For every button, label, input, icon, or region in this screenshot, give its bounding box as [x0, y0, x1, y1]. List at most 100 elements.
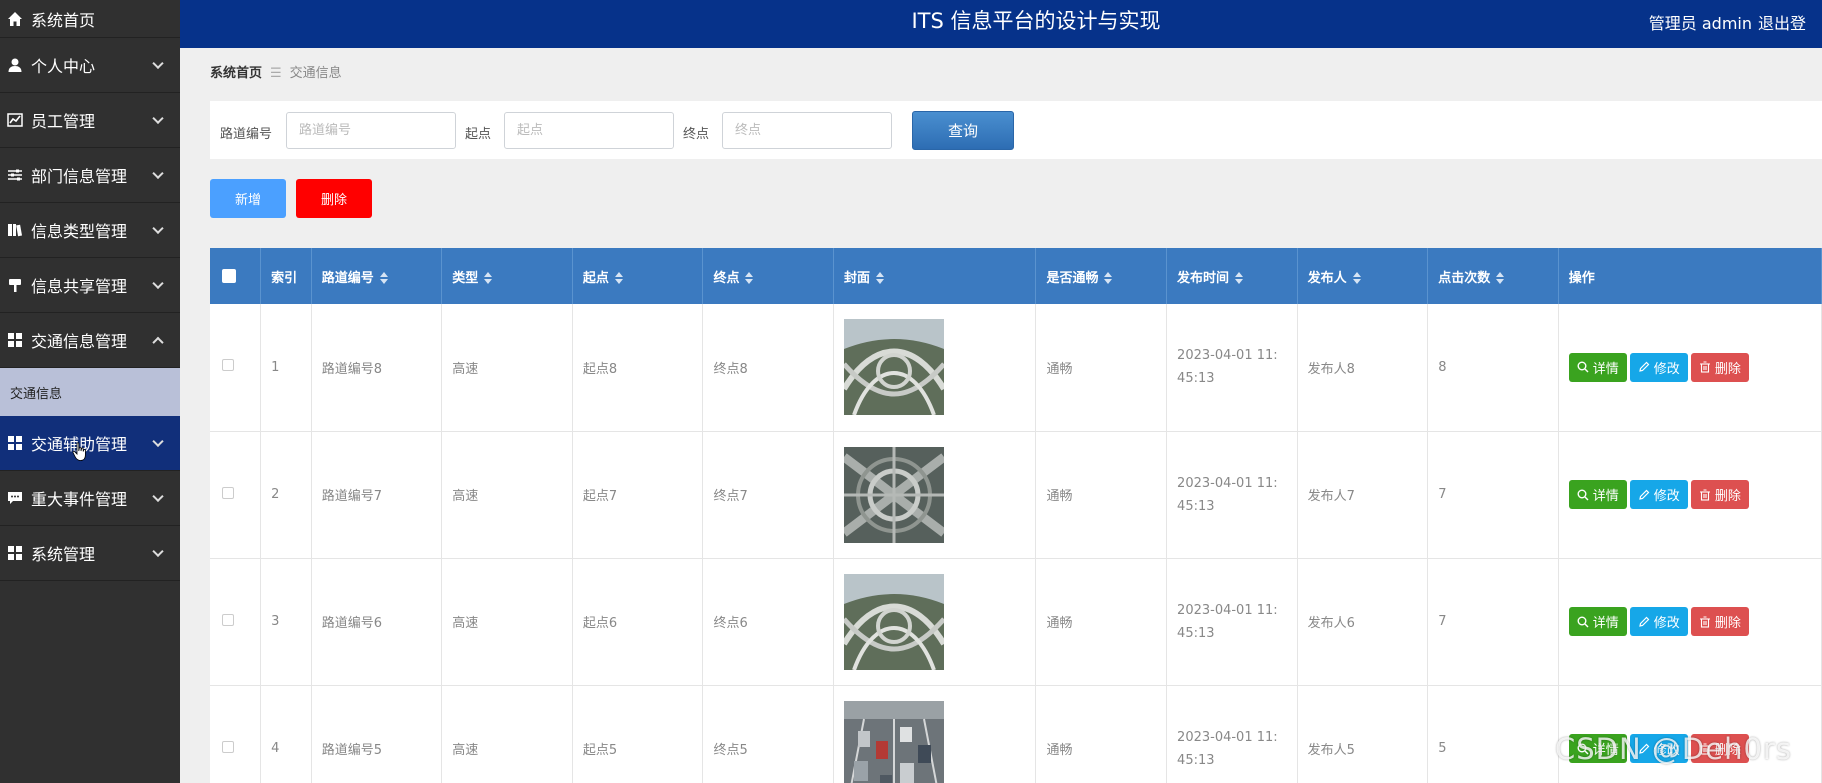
cell-type: 高速 [441, 685, 573, 783]
delete-button[interactable]: 删除 [1690, 352, 1749, 382]
column-header-type[interactable]: 类型 [441, 248, 573, 304]
sidebar-item-profile[interactable]: 个人中心 [0, 38, 180, 93]
sidebar-item-label: 系统管理 [31, 545, 96, 564]
trash-icon [1699, 615, 1710, 628]
batch-delete-button[interactable]: 删除 [296, 179, 372, 218]
signpost-icon [6, 276, 24, 294]
cell-road-code: 路道编号6 [311, 558, 443, 686]
sort-icon[interactable] [1352, 272, 1361, 284]
cell-time: 2023-04-01 11: 45:13 [1166, 685, 1298, 783]
cell-status: 通畅 [1035, 304, 1168, 432]
edit-button[interactable]: 修改 [1629, 352, 1688, 382]
cover-image[interactable] [844, 446, 945, 543]
column-header-start[interactable]: 起点 [572, 248, 704, 304]
table-header-row: 索引 路道编号 类型 起点 终点 封面 是否通畅 发布时间 发布人 点击次数 操… [210, 248, 1822, 304]
start-input[interactable] [504, 112, 674, 149]
sort-icon[interactable] [1104, 272, 1113, 284]
sidebar-item-label: 交通信息管理 [31, 332, 128, 351]
home-icon [6, 10, 24, 28]
delete-button[interactable]: 删除 [1690, 480, 1749, 509]
cell-publisher: 发布人7 [1297, 431, 1429, 559]
trash-icon [1699, 488, 1710, 501]
sidebar-item-traffic-assist[interactable]: 交通辅助管理 [0, 416, 180, 471]
grid-icon [6, 331, 24, 349]
detail-button[interactable]: 详情 [1568, 607, 1627, 636]
cell-actions: 详情 修改 删除 [1558, 431, 1822, 559]
chevron-down-icon [152, 112, 164, 125]
cell-clicks: 7 [1427, 431, 1559, 559]
select-all-checkbox[interactable] [210, 248, 262, 304]
sidebar-item-label: 信息共享管理 [31, 277, 128, 296]
page-header-title: ITS 信息平台的设计与实现 [911, 9, 1161, 33]
sidebar-item-info-share[interactable]: 信息共享管理 [0, 258, 180, 313]
chevron-down-icon [152, 545, 164, 558]
breadcrumb-current: 交通信息 [289, 66, 342, 81]
sort-icon[interactable] [484, 272, 493, 284]
chevron-down-icon [152, 435, 164, 448]
user-icon [6, 56, 24, 74]
search-panel: 路道编号 起点 终点 查询 [210, 101, 1822, 159]
table-row: 2 路道编号7 高速 起点7 终点7 通畅 2023-04-01 11: 45:… [210, 431, 1822, 559]
cell-start: 起点5 [572, 685, 704, 783]
cell-time: 2023-04-01 11: 45:13 [1166, 304, 1298, 432]
chevron-down-icon [152, 490, 164, 503]
row-checkbox[interactable] [210, 431, 262, 559]
query-button[interactable]: 查询 [912, 111, 1014, 150]
cell-clicks: 5 [1427, 685, 1559, 783]
end-input[interactable] [722, 112, 892, 149]
column-header-time[interactable]: 发布时间 [1166, 248, 1298, 304]
cell-index: 1 [260, 304, 312, 432]
sort-icon[interactable] [745, 272, 754, 284]
sort-icon[interactable] [379, 272, 388, 284]
add-button[interactable]: 新增 [210, 179, 286, 218]
road-code-input[interactable] [286, 112, 456, 149]
cell-publisher: 发布人5 [1297, 685, 1429, 783]
message-icon [6, 489, 24, 507]
row-checkbox[interactable] [210, 685, 262, 783]
cell-publisher: 发布人6 [1297, 558, 1429, 686]
cover-image[interactable] [844, 700, 945, 783]
sort-icon[interactable] [614, 272, 623, 284]
column-header-end[interactable]: 终点 [702, 248, 835, 304]
sort-icon[interactable] [1496, 272, 1505, 284]
edit-button[interactable]: 修改 [1629, 607, 1688, 636]
book-icon [6, 221, 24, 239]
sidebar-item-info-types[interactable]: 信息类型管理 [0, 203, 180, 258]
detail-button[interactable]: 详情 [1568, 352, 1627, 382]
submenu-item-traffic-info[interactable]: 交通信息 [0, 368, 180, 416]
sidebar-item-employees[interactable]: 员工管理 [0, 93, 180, 148]
cell-type: 高速 [441, 304, 573, 432]
chevron-up-icon [152, 336, 164, 349]
sort-icon[interactable] [876, 272, 885, 284]
delete-button[interactable]: 删除 [1690, 607, 1749, 636]
pencil-icon [1639, 616, 1650, 627]
detail-button[interactable]: 详情 [1568, 480, 1627, 509]
cell-actions: 详情 修改 删除 [1558, 304, 1822, 432]
submenu-item-label: 交通信息 [10, 386, 63, 402]
sidebar-item-major-events[interactable]: 重大事件管理 [0, 471, 180, 526]
logout-link[interactable]: 退出登 [1758, 10, 1822, 34]
table-row: 3 路道编号6 高速 起点6 终点6 通畅 2023-04-01 11: 45:… [210, 558, 1822, 686]
column-header-publisher[interactable]: 发布人 [1297, 248, 1429, 304]
chevron-down-icon [152, 277, 164, 290]
sidebar-item-system[interactable]: 系统管理 [0, 526, 180, 581]
breadcrumb-home[interactable]: 系统首页 [210, 66, 262, 81]
sidebar-item-departments[interactable]: 部门信息管理 [0, 148, 180, 203]
row-checkbox[interactable] [210, 558, 262, 686]
cell-end: 终点6 [702, 558, 835, 686]
search-icon [1577, 489, 1589, 500]
sort-icon[interactable] [1235, 272, 1244, 284]
column-header-road-code[interactable]: 路道编号 [311, 248, 443, 304]
sidebar-item-home[interactable]: 系统首页 [0, 0, 180, 38]
chevron-down-icon [152, 57, 164, 70]
sidebar: 系统首页 个人中心 员工管理 部门信息管理 信息类型管理 信息共享管理 交通信息… [0, 0, 180, 783]
sidebar-item-traffic-info[interactable]: 交通信息管理 [0, 313, 180, 368]
row-checkbox[interactable] [210, 304, 262, 432]
edit-button[interactable]: 修改 [1629, 480, 1688, 509]
column-header-status[interactable]: 是否通畅 [1035, 248, 1168, 304]
cover-image[interactable] [844, 573, 945, 670]
cover-image[interactable] [844, 319, 945, 416]
pencil-icon [1639, 361, 1650, 373]
column-header-clicks[interactable]: 点击次数 [1427, 248, 1559, 304]
column-header-cover[interactable]: 封面 [833, 248, 1037, 304]
